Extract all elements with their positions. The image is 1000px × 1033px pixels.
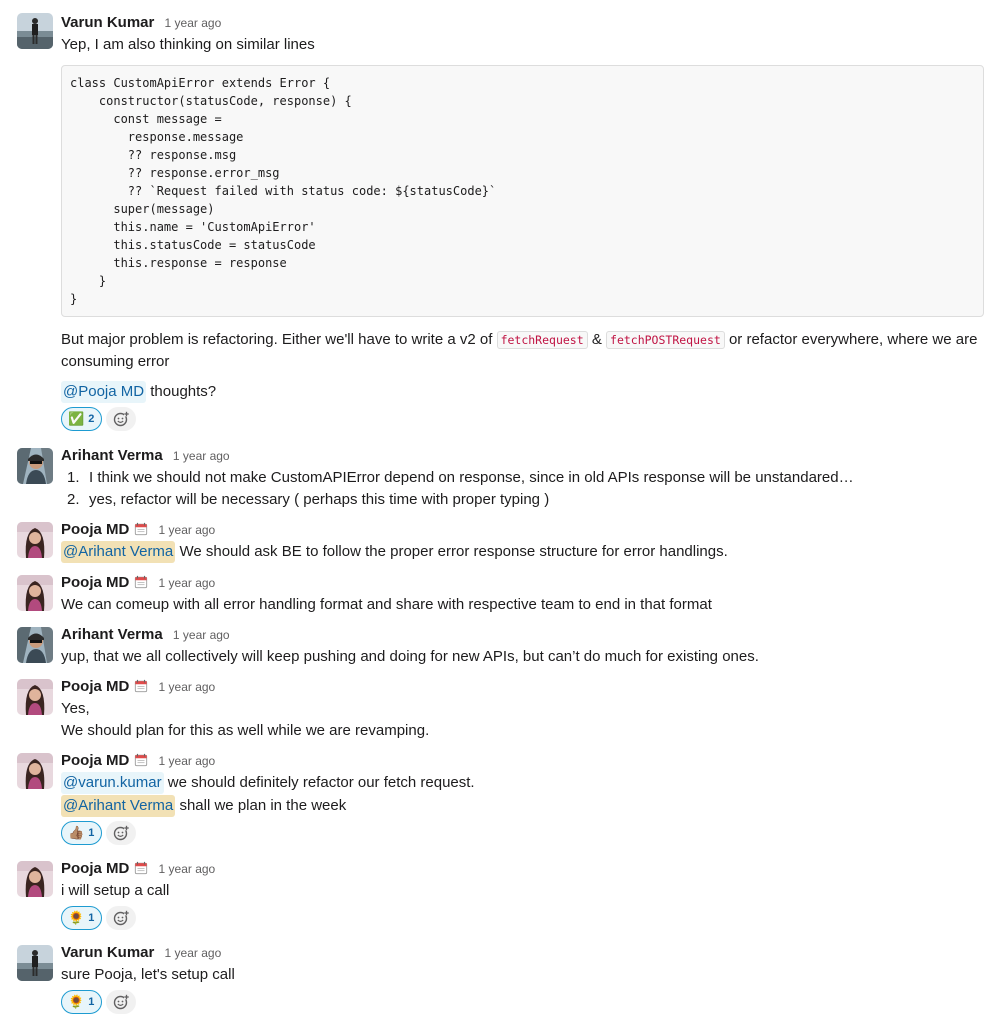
list-text: yes, refactor will be necessary ( perhap…	[89, 491, 550, 508]
author-name[interactable]: Pooja MD	[61, 752, 129, 769]
timestamp[interactable]: 1 year ago	[159, 523, 216, 537]
author-name[interactable]: Arihant Verma	[61, 626, 163, 643]
add-reaction-button[interactable]	[106, 821, 137, 845]
author-name[interactable]: Varun Kumar	[61, 944, 154, 961]
sunflower-emoji-icon: 🌻	[68, 910, 85, 925]
inline-code: fetchRequest	[496, 331, 588, 349]
calendar-icon[interactable]	[134, 753, 148, 767]
calendar-icon[interactable]	[134, 679, 148, 693]
list-number: 2.	[67, 491, 80, 508]
add-reaction-icon	[113, 910, 129, 926]
message-text: thoughts?	[150, 383, 217, 400]
message-item: Arihant Verma 1 year ago 1. I think we sh…	[0, 445, 1000, 513]
ampersand: &	[591, 331, 602, 348]
timestamp[interactable]: 1 year ago	[165, 946, 222, 960]
avatar[interactable]	[17, 627, 53, 663]
message-text: We should ask BE to follow the proper er…	[179, 543, 728, 560]
message-item: Varun Kumar 1 year ago sure Pooja, let's…	[0, 942, 1000, 1018]
avatar[interactable]	[17, 522, 53, 558]
reaction-pill[interactable]: 🌻 1	[61, 906, 103, 930]
message-paragraph: But major problem is refactoring. Either…	[61, 329, 984, 373]
check-mark-emoji-icon: ✅	[68, 411, 85, 426]
list-item: 1. I think we should not make CustomAPIEr…	[61, 467, 984, 489]
add-reaction-button[interactable]	[106, 990, 137, 1014]
message-item: Pooja MD 1 year ago We can comeup with a…	[0, 572, 1000, 618]
reaction-bar: 🌻 1	[61, 906, 984, 930]
message-item: Pooja MD 1 year ago i will setup a call …	[0, 858, 1000, 934]
reaction-bar: 🌻 1	[61, 990, 984, 1014]
reaction-bar: 👍🏽 1	[61, 821, 984, 845]
reaction-count: 1	[88, 912, 95, 924]
user-mention[interactable]: @Arihant Verma	[61, 795, 176, 817]
message-text: We can comeup with all error handling fo…	[61, 596, 712, 613]
timestamp[interactable]: 1 year ago	[173, 449, 230, 463]
message-item: Pooja MD 1 year ago @varun.kumar we shou…	[0, 750, 1000, 850]
list-number: 1.	[67, 469, 80, 486]
message-text: Yes,	[61, 700, 90, 717]
avatar[interactable]	[17, 753, 53, 789]
timestamp[interactable]: 1 year ago	[165, 16, 222, 30]
add-reaction-icon	[113, 994, 129, 1010]
thumbs-up-emoji-icon: 👍🏽	[68, 825, 85, 840]
author-name[interactable]: Pooja MD	[61, 574, 129, 591]
reaction-count: 1	[88, 827, 95, 839]
message-text: sure Pooja, let's setup call	[61, 966, 235, 983]
avatar[interactable]	[17, 861, 53, 897]
reaction-pill[interactable]: 🌻 1	[61, 990, 103, 1014]
message-text: Yep, I am also thinking on similar lines	[61, 36, 315, 53]
avatar[interactable]	[17, 575, 53, 611]
timestamp[interactable]: 1 year ago	[159, 680, 216, 694]
message-text: i will setup a call	[61, 882, 170, 899]
author-name[interactable]: Arihant Verma	[61, 447, 163, 464]
avatar[interactable]	[17, 945, 53, 981]
code-block: class CustomApiError extends Error { con…	[61, 65, 984, 317]
reaction-pill[interactable]: ✅ 2	[61, 407, 103, 431]
numbered-list: 1. I think we should not make CustomAPIEr…	[61, 467, 984, 511]
message-text: yup, that we all collectively will keep …	[61, 648, 759, 665]
calendar-icon[interactable]	[134, 522, 148, 536]
author-name[interactable]: Pooja MD	[61, 521, 129, 538]
user-mention[interactable]: @Arihant Verma	[61, 541, 176, 563]
sunflower-emoji-icon: 🌻	[68, 994, 85, 1009]
message-item: Varun Kumar 1 year ago Yep, I am also th…	[0, 12, 1000, 432]
add-reaction-icon	[113, 825, 129, 841]
add-reaction-button[interactable]	[106, 906, 137, 930]
user-mention[interactable]: @Pooja MD	[61, 381, 147, 403]
user-mention[interactable]: @varun.kumar	[61, 772, 164, 794]
author-name[interactable]: Pooja MD	[61, 860, 129, 877]
timestamp[interactable]: 1 year ago	[159, 754, 216, 768]
calendar-icon[interactable]	[134, 861, 148, 875]
reaction-bar: ✅ 2	[61, 407, 984, 431]
list-item: 2. yes, refactor will be necessary ( perh…	[61, 489, 984, 511]
add-reaction-button[interactable]	[106, 407, 137, 431]
message-item: Pooja MD 1 year ago @Arihant Verma We sh…	[0, 519, 1000, 565]
message-item: Pooja MD 1 year ago Yes, We should plan …	[0, 676, 1000, 744]
add-reaction-icon	[113, 411, 129, 427]
author-name[interactable]: Pooja MD	[61, 678, 129, 695]
message-text: We should plan for this as well while we…	[61, 722, 430, 739]
calendar-icon[interactable]	[134, 575, 148, 589]
reaction-count: 1	[88, 996, 95, 1008]
reaction-count: 2	[88, 413, 95, 425]
avatar[interactable]	[17, 448, 53, 484]
paragraph-text: But major problem is refactoring. Either…	[61, 331, 493, 348]
reaction-pill[interactable]: 👍🏽 1	[61, 821, 103, 845]
avatar[interactable]	[17, 13, 53, 49]
list-text: I think we should not make CustomAPIErro…	[89, 469, 854, 486]
message-item: Arihant Verma 1 year ago yup, that we al…	[0, 624, 1000, 670]
timestamp[interactable]: 1 year ago	[159, 862, 216, 876]
avatar[interactable]	[17, 679, 53, 715]
author-name[interactable]: Varun Kumar	[61, 14, 154, 31]
message-text: shall we plan in the week	[179, 797, 347, 814]
timestamp[interactable]: 1 year ago	[173, 628, 230, 642]
timestamp[interactable]: 1 year ago	[159, 576, 216, 590]
inline-code: fetchPOSTRequest	[606, 331, 725, 349]
message-text: we should definitely refactor our fetch …	[167, 774, 475, 791]
